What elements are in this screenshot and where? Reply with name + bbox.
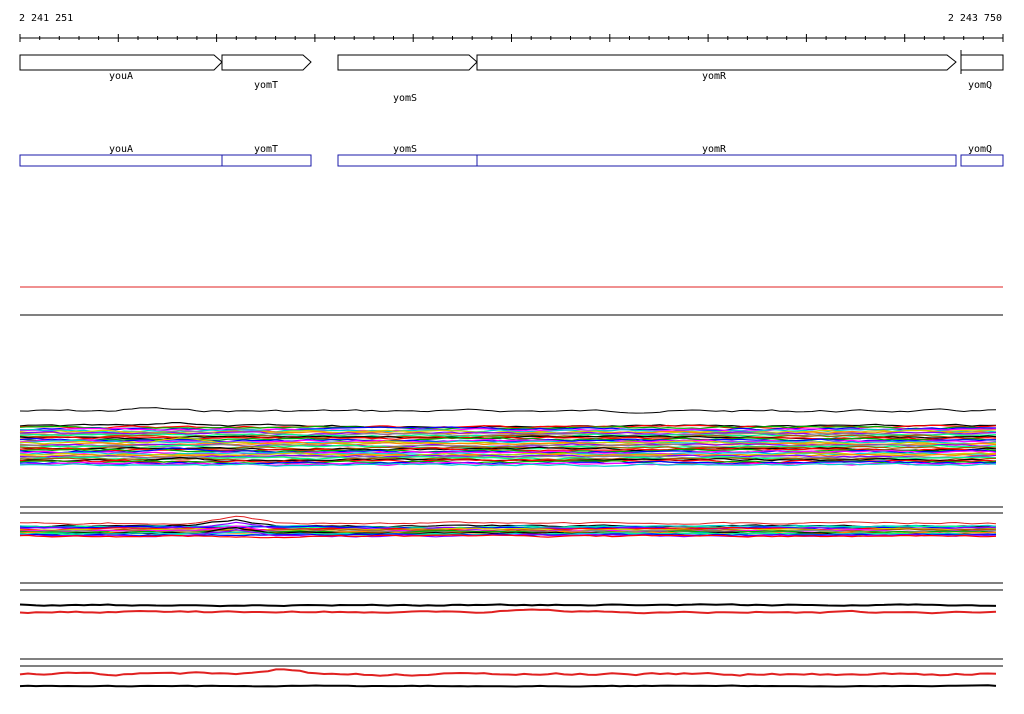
- signal-track: [19, 668, 997, 688]
- gene-arrow-yomT[interactable]: yomT: [221, 54, 312, 91]
- signal-line: [19, 603, 997, 608]
- annotation-label: youA: [109, 144, 133, 155]
- expression-profile-track: [19, 407, 997, 467]
- signal-track: [19, 603, 997, 615]
- annotation-label: yomS: [393, 144, 417, 155]
- gene-arrow-yomS[interactable]: yomS: [337, 54, 478, 104]
- gene-arrow-label: yomT: [254, 80, 278, 91]
- gene-arrow-label: yomR: [702, 71, 727, 82]
- signal-line: [19, 608, 997, 615]
- annotation-label: yomQ: [968, 144, 992, 155]
- signal-line: [19, 668, 997, 677]
- expression-profile-track: [19, 515, 997, 539]
- gene-arrow-track: youA yomT yomS yomR yomQ: [19, 50, 1004, 104]
- annotation-box-youA[interactable]: youA: [19, 144, 223, 167]
- signal-line: [19, 684, 997, 688]
- annotation-box-yomR[interactable]: yomR: [476, 144, 957, 167]
- annotation-label: yomR: [702, 144, 727, 155]
- genome-browser-view: 2 241 251 2 243 750 youA yomT yomS yomR: [0, 0, 1024, 714]
- gene-annotation-track: youA yomT yomS yomR yomQ: [19, 144, 1004, 167]
- position-ruler: [19, 34, 1004, 42]
- annotation-box-yomS[interactable]: yomS: [337, 144, 478, 167]
- gene-arrow-youA[interactable]: youA: [19, 54, 223, 82]
- profile-line: [19, 515, 997, 525]
- annotation-box-yomT[interactable]: yomT: [221, 144, 312, 167]
- annotation-box-yomQ[interactable]: yomQ: [960, 144, 1004, 167]
- annotation-label: yomT: [254, 144, 278, 155]
- gene-arrow-yomR[interactable]: yomR: [476, 54, 957, 82]
- gene-arrow-yomQ[interactable]: yomQ: [960, 50, 1004, 91]
- gene-arrow-label: yomS: [393, 93, 417, 104]
- gene-arrow-label: yomQ: [968, 80, 992, 91]
- profile-line: [19, 407, 997, 414]
- gene-arrow-label: youA: [109, 71, 133, 82]
- track-canvas: youA yomT yomS yomR yomQ youA yomT yomS …: [19, 34, 1004, 688]
